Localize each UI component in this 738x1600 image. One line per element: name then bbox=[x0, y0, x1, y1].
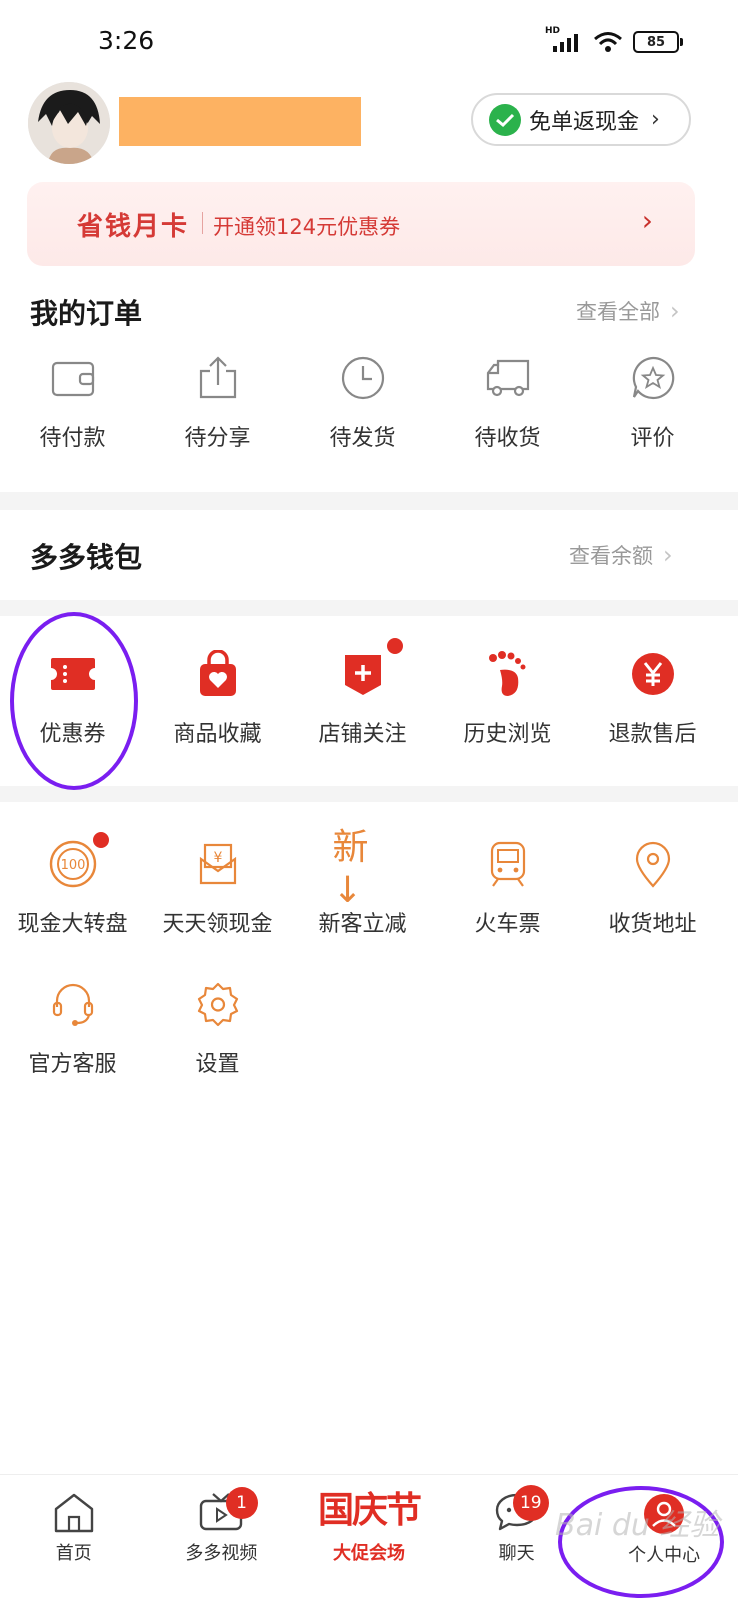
notification-dot bbox=[384, 636, 405, 656]
order-item-label: 待付款 bbox=[39, 426, 106, 451]
services-row-1: 100 现金大转盘 ¥ 天天领现金 新↓ 新客立减 火车票 收货地址 bbox=[0, 826, 738, 938]
signal-icon: HD bbox=[545, 26, 583, 54]
section-divider bbox=[0, 600, 738, 616]
notification-dot bbox=[90, 830, 111, 850]
view-balance-label: 查看余额 bbox=[569, 544, 653, 568]
svg-text:¥: ¥ bbox=[213, 850, 222, 866]
username-redacted bbox=[119, 97, 361, 146]
service-train-ticket[interactable]: 火车票 bbox=[435, 838, 580, 938]
settings-gear-icon bbox=[192, 978, 244, 1030]
service-cash-wheel[interactable]: 100 现金大转盘 bbox=[0, 830, 145, 938]
section-divider bbox=[0, 786, 738, 802]
order-item-label: 待收货 bbox=[474, 426, 541, 451]
order-item-pending-receipt[interactable]: 待收货 bbox=[435, 352, 580, 452]
view-all-label: 查看全部 bbox=[576, 300, 660, 324]
service-label: 收货地址 bbox=[608, 912, 697, 937]
cashback-button[interactable]: 免单返现金 › bbox=[471, 93, 691, 146]
order-item-pending-share[interactable]: 待分享 bbox=[145, 352, 290, 452]
wheel-100-icon: 100 bbox=[47, 830, 111, 890]
national-day-logo: 国庆节 bbox=[317, 1490, 422, 1531]
order-item-label: 待发货 bbox=[329, 426, 396, 451]
clock-icon bbox=[337, 352, 389, 404]
view-all-orders-link[interactable]: 查看全部 › bbox=[576, 296, 680, 326]
service-customer-support[interactable]: 官方客服 bbox=[0, 978, 145, 1078]
service-label: 火车票 bbox=[474, 912, 541, 937]
service-label: 天天领现金 bbox=[162, 912, 273, 937]
service-settings[interactable]: 设置 bbox=[145, 978, 290, 1078]
nav-label: 首页 bbox=[55, 1543, 92, 1564]
store-follow-icon bbox=[337, 636, 405, 700]
tool-label: 店铺关注 bbox=[318, 722, 407, 747]
chevron-right-icon: › bbox=[670, 297, 680, 325]
footprint-icon bbox=[482, 648, 534, 700]
share-icon bbox=[192, 352, 244, 404]
cash-envelope-icon: ¥ bbox=[192, 838, 244, 890]
train-icon bbox=[482, 838, 534, 890]
refund-yen-icon bbox=[627, 648, 679, 700]
avatar[interactable] bbox=[28, 82, 110, 164]
nav-home[interactable]: 首页 bbox=[0, 1475, 148, 1600]
chevron-right-icon: › bbox=[663, 541, 673, 569]
watermark: Bai du 经验 bbox=[555, 1508, 720, 1543]
order-item-pending-delivery[interactable]: 待发货 bbox=[290, 352, 435, 452]
nav-video[interactable]: 多多视频 1 bbox=[148, 1475, 296, 1600]
tool-store-follow[interactable]: 店铺关注 bbox=[290, 636, 435, 748]
tool-history[interactable]: 历史浏览 bbox=[435, 648, 580, 748]
service-label: 新客立减 bbox=[318, 912, 407, 937]
order-item-review[interactable]: 评价 bbox=[580, 352, 725, 452]
section-divider bbox=[0, 492, 738, 510]
favorite-bag-icon bbox=[192, 648, 244, 700]
highlight-ring bbox=[10, 612, 138, 790]
chevron-right-icon: › bbox=[651, 107, 660, 132]
tool-label: 商品收藏 bbox=[173, 722, 262, 747]
nav-promo[interactable]: 国庆节 大促会场 bbox=[295, 1475, 443, 1600]
view-balance-link[interactable]: 查看余额 › bbox=[569, 540, 673, 570]
tool-refund[interactable]: 退款售后 bbox=[580, 648, 725, 748]
saving-card-banner[interactable]: 省钱月卡 开通领124元优惠券 › bbox=[27, 182, 695, 266]
divider bbox=[202, 212, 203, 234]
service-label: 现金大转盘 bbox=[17, 912, 128, 937]
nav-label: 多多视频 bbox=[185, 1543, 258, 1564]
service-label: 官方客服 bbox=[28, 1052, 117, 1077]
location-pin-icon bbox=[627, 838, 679, 890]
order-item-label: 待分享 bbox=[184, 426, 251, 451]
tool-label: 退款售后 bbox=[608, 722, 697, 747]
battery-icon: 85 bbox=[633, 31, 683, 53]
order-item-pending-payment[interactable]: 待付款 bbox=[0, 352, 145, 452]
order-status-row: 待付款 待分享 待发货 待收货 评价 bbox=[0, 352, 738, 452]
service-label: 设置 bbox=[195, 1052, 240, 1077]
nav-badge: 19 bbox=[512, 1485, 549, 1521]
wechat-pay-icon bbox=[489, 103, 521, 136]
wallet-title: 多多钱包 bbox=[30, 541, 143, 574]
wifi-icon bbox=[594, 32, 622, 52]
new-customer-icon: 新↓ bbox=[332, 826, 369, 911]
status-icons: HD 85 bbox=[545, 26, 683, 54]
home-icon bbox=[54, 1493, 93, 1533]
card-title: 省钱月卡 bbox=[77, 212, 190, 242]
status-time: 3:26 bbox=[98, 26, 155, 55]
wallet-icon bbox=[47, 352, 99, 404]
tool-label: 历史浏览 bbox=[463, 722, 552, 747]
nav-label: 大促会场 bbox=[332, 1543, 405, 1564]
svg-text:100: 100 bbox=[60, 858, 85, 873]
nav-badge: 1 bbox=[225, 1487, 258, 1519]
nav-label: 聊天 bbox=[498, 1543, 535, 1564]
order-item-label: 评价 bbox=[630, 426, 675, 451]
chevron-right-icon: › bbox=[641, 204, 653, 237]
service-address[interactable]: 收货地址 bbox=[580, 838, 725, 938]
review-star-icon bbox=[627, 352, 679, 404]
truck-icon bbox=[482, 352, 534, 404]
tool-favorites[interactable]: 商品收藏 bbox=[145, 648, 290, 748]
service-new-customer[interactable]: 新↓ 新客立减 bbox=[290, 826, 435, 938]
card-subtitle: 开通领124元优惠券 bbox=[213, 215, 401, 239]
headset-icon bbox=[47, 978, 99, 1030]
orders-title: 我的订单 bbox=[30, 297, 143, 330]
cashback-label: 免单返现金 bbox=[529, 109, 640, 135]
services-row-2: 官方客服 设置 bbox=[0, 978, 738, 1078]
service-daily-cash[interactable]: ¥ 天天领现金 bbox=[145, 838, 290, 938]
